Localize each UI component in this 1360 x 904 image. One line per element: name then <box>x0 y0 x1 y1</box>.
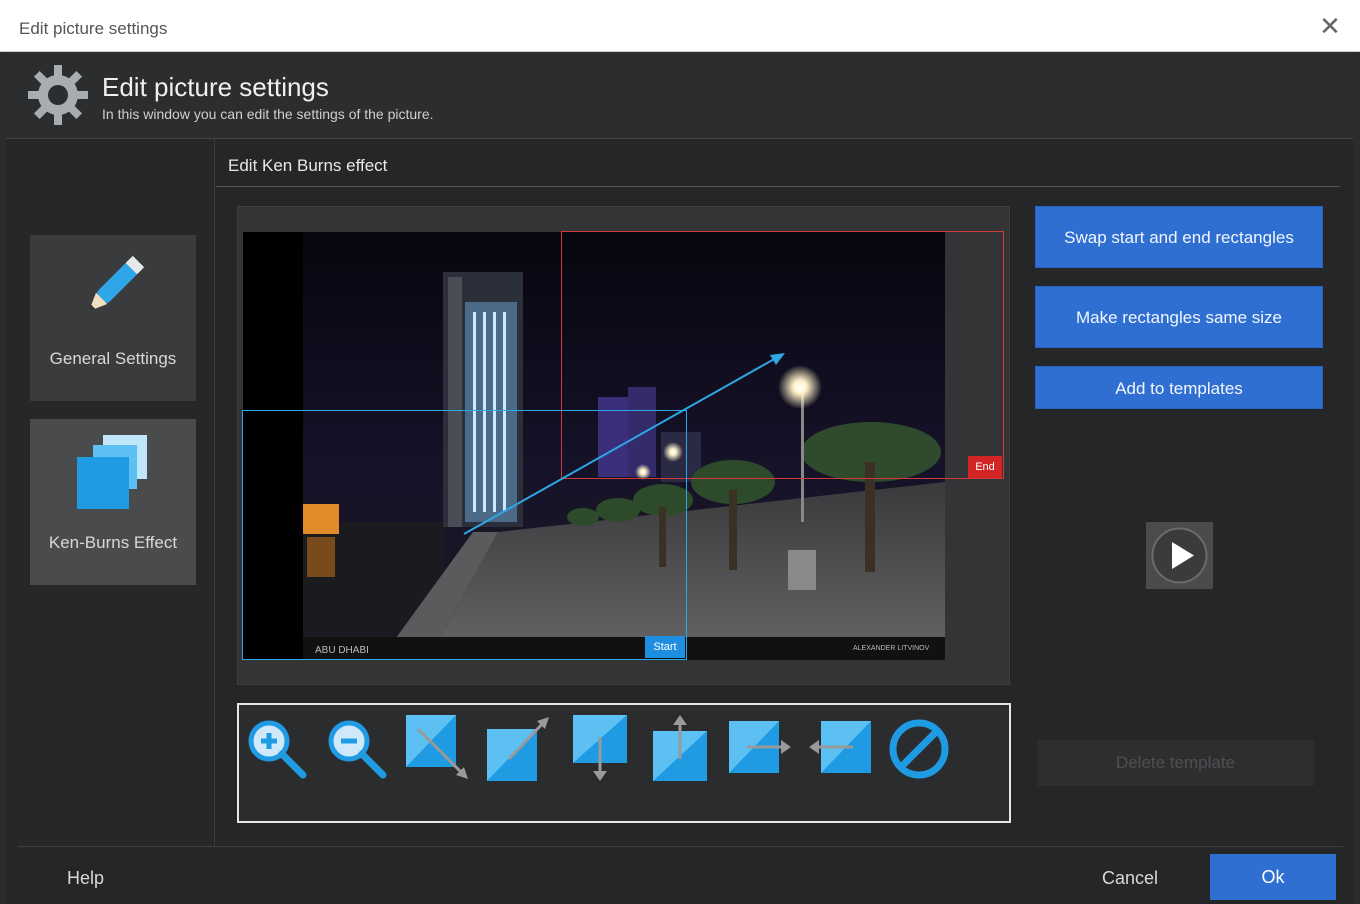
end-tag: End <box>968 456 1002 478</box>
zoom-in-icon[interactable] <box>245 713 311 783</box>
start-rectangle[interactable] <box>242 410 687 660</box>
dialog-body: Edit picture settings In this window you… <box>6 52 1353 904</box>
play-button[interactable] <box>1146 522 1213 589</box>
zoom-out-icon[interactable] <box>325 713 391 783</box>
header-subtitle: In this window you can edit the settings… <box>102 106 434 122</box>
move-right-icon[interactable] <box>727 713 793 783</box>
expand-diagonal-icon[interactable] <box>485 713 551 783</box>
start-tag: Start <box>645 636 685 658</box>
pen-icon <box>88 255 145 312</box>
sidebar-item-label: Ken-Burns Effect <box>48 533 178 552</box>
ok-button[interactable]: Ok <box>1210 854 1336 900</box>
shrink-diagonal-icon[interactable] <box>404 713 470 783</box>
photo-caption-right: ALEXANDER LITVINOV <box>853 645 930 652</box>
move-left-icon[interactable] <box>807 713 873 783</box>
play-icon <box>1151 527 1208 584</box>
add-to-templates-button[interactable]: Add to templates <box>1035 366 1323 409</box>
footer-divider <box>18 846 1343 847</box>
help-link[interactable]: Help <box>67 868 104 889</box>
move-down-icon[interactable] <box>569 713 635 783</box>
sidebar-item-general-settings[interactable]: General Settings <box>30 235 196 401</box>
header-title: Edit picture settings <box>102 72 329 102</box>
sidebar-item-ken-burns[interactable]: Ken-Burns Effect <box>30 419 196 585</box>
gear-icon <box>28 65 88 125</box>
section-divider <box>216 186 1340 187</box>
move-up-icon[interactable] <box>649 713 715 783</box>
ken-burns-toolbar <box>237 703 1011 823</box>
section-title: Edit Ken Burns effect <box>228 156 388 175</box>
close-icon[interactable]: ✕ <box>1316 12 1344 40</box>
delete-template-button[interactable]: Delete template <box>1037 740 1314 786</box>
ken-burns-icon <box>77 435 147 509</box>
cancel-button[interactable]: Cancel <box>1102 868 1158 889</box>
sidebar: General Settings Ken-Burns Effect <box>6 139 215 846</box>
reset-icon[interactable] <box>887 713 953 783</box>
sidebar-item-label: General Settings <box>49 349 177 368</box>
dialog-header: Edit picture settings In this window you… <box>6 52 1353 139</box>
window-title: Edit picture settings <box>19 19 168 38</box>
window-titlebar: Edit picture settings ✕ <box>0 0 1360 52</box>
same-size-button[interactable]: Make rectangles same size <box>1035 286 1323 348</box>
swap-rectangles-button[interactable]: Swap start and end rectangles <box>1035 206 1323 268</box>
